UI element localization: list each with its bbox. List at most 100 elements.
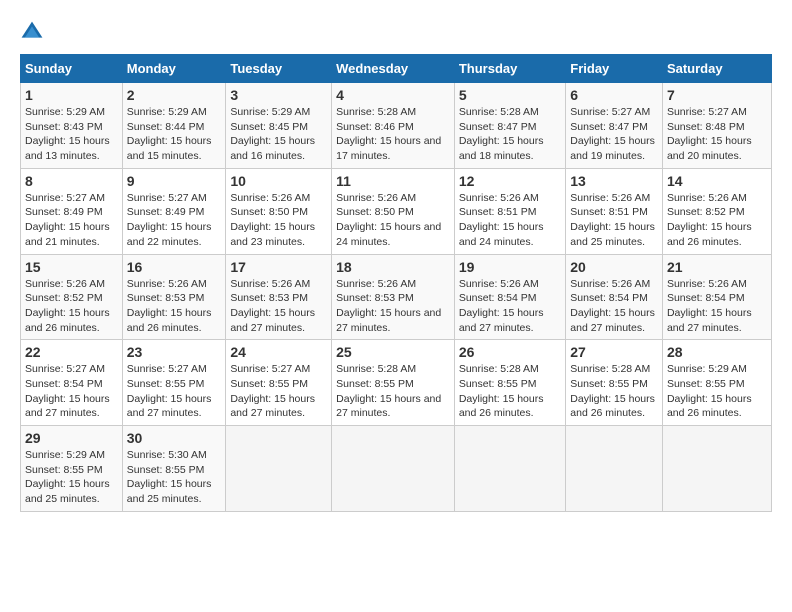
day-header-thursday: Thursday xyxy=(454,55,565,83)
day-number: 12 xyxy=(459,173,561,189)
day-info: Sunrise: 5:26 AM Sunset: 8:51 PM Dayligh… xyxy=(570,191,658,250)
day-header-tuesday: Tuesday xyxy=(226,55,332,83)
day-number: 20 xyxy=(570,259,658,275)
week-row-2: 8Sunrise: 5:27 AM Sunset: 8:49 PM Daylig… xyxy=(21,168,772,254)
day-info: Sunrise: 5:26 AM Sunset: 8:53 PM Dayligh… xyxy=(230,277,327,336)
day-info: Sunrise: 5:28 AM Sunset: 8:47 PM Dayligh… xyxy=(459,105,561,164)
calendar-cell: 12 Sunrise: 5:26 AM Sunset: 8:51 PM Dayli… xyxy=(454,168,565,254)
day-number: 3 xyxy=(230,87,327,103)
day-info: Sunrise: 5:26 AM Sunset: 8:53 PM Dayligh… xyxy=(127,277,222,336)
day-info: Sunrise: 5:27 AM Sunset: 8:49 PM Dayligh… xyxy=(127,191,222,250)
day-number: 6 xyxy=(570,87,658,103)
day-header-wednesday: Wednesday xyxy=(332,55,455,83)
day-info: Sunrise: 5:29 AM Sunset: 8:43 PM Dayligh… xyxy=(25,105,118,164)
day-info: Sunrise: 5:29 AM Sunset: 8:55 PM Dayligh… xyxy=(25,448,118,507)
day-number: 18 xyxy=(336,259,450,275)
day-number: 24 xyxy=(230,344,327,360)
logo xyxy=(20,20,48,44)
calendar-cell: 18Sunrise: 5:26 AM Sunset: 8:53 PM Dayli… xyxy=(332,254,455,340)
calendar-cell: 21 Sunrise: 5:26 AM Sunset: 8:54 PM Dayli… xyxy=(662,254,771,340)
day-number: 26 xyxy=(459,344,561,360)
calendar-cell: 9Sunrise: 5:27 AM Sunset: 8:49 PM Daylig… xyxy=(122,168,226,254)
calendar-cell: 2 Sunrise: 5:29 AM Sunset: 8:44 PM Daylig… xyxy=(122,83,226,169)
day-header-monday: Monday xyxy=(122,55,226,83)
calendar-cell xyxy=(226,426,332,512)
day-info: Sunrise: 5:28 AM Sunset: 8:55 PM Dayligh… xyxy=(336,362,450,421)
day-number: 21 xyxy=(667,259,767,275)
day-info: Sunrise: 5:26 AM Sunset: 8:54 PM Dayligh… xyxy=(667,277,767,336)
day-info: Sunrise: 5:26 AM Sunset: 8:51 PM Dayligh… xyxy=(459,191,561,250)
logo-icon xyxy=(20,20,44,44)
calendar-cell: 3 Sunrise: 5:29 AM Sunset: 8:45 PM Daylig… xyxy=(226,83,332,169)
week-row-4: 22 Sunrise: 5:27 AM Sunset: 8:54 PM Dayli… xyxy=(21,340,772,426)
day-info: Sunrise: 5:28 AM Sunset: 8:46 PM Dayligh… xyxy=(336,105,450,164)
day-info: Sunrise: 5:28 AM Sunset: 8:55 PM Dayligh… xyxy=(570,362,658,421)
calendar-cell: 29 Sunrise: 5:29 AM Sunset: 8:55 PM Dayli… xyxy=(21,426,123,512)
day-number: 4 xyxy=(336,87,450,103)
day-number: 11 xyxy=(336,173,450,189)
day-info: Sunrise: 5:29 AM Sunset: 8:45 PM Dayligh… xyxy=(230,105,327,164)
calendar-cell: 20 Sunrise: 5:26 AM Sunset: 8:54 PM Dayli… xyxy=(566,254,663,340)
day-number: 28 xyxy=(667,344,767,360)
day-number: 15 xyxy=(25,259,118,275)
day-number: 17 xyxy=(230,259,327,275)
day-info: Sunrise: 5:27 AM Sunset: 8:55 PM Dayligh… xyxy=(230,362,327,421)
calendar-cell: 15 Sunrise: 5:26 AM Sunset: 8:52 PM Dayli… xyxy=(21,254,123,340)
calendar-cell xyxy=(454,426,565,512)
week-row-5: 29 Sunrise: 5:29 AM Sunset: 8:55 PM Dayli… xyxy=(21,426,772,512)
day-number: 5 xyxy=(459,87,561,103)
day-info: Sunrise: 5:27 AM Sunset: 8:54 PM Dayligh… xyxy=(25,362,118,421)
calendar-cell xyxy=(332,426,455,512)
calendar-cell: 19 Sunrise: 5:26 AM Sunset: 8:54 PM Dayli… xyxy=(454,254,565,340)
day-info: Sunrise: 5:27 AM Sunset: 8:47 PM Dayligh… xyxy=(570,105,658,164)
calendar-cell: 1 Sunrise: 5:29 AM Sunset: 8:43 PM Daylig… xyxy=(21,83,123,169)
day-number: 25 xyxy=(336,344,450,360)
calendar-cell: 16Sunrise: 5:26 AM Sunset: 8:53 PM Dayli… xyxy=(122,254,226,340)
calendar-cell xyxy=(566,426,663,512)
day-info: Sunrise: 5:30 AM Sunset: 8:55 PM Dayligh… xyxy=(127,448,222,507)
day-number: 1 xyxy=(25,87,118,103)
calendar-cell: 13 Sunrise: 5:26 AM Sunset: 8:51 PM Dayli… xyxy=(566,168,663,254)
day-info: Sunrise: 5:27 AM Sunset: 8:49 PM Dayligh… xyxy=(25,191,118,250)
day-info: Sunrise: 5:26 AM Sunset: 8:54 PM Dayligh… xyxy=(459,277,561,336)
day-number: 7 xyxy=(667,87,767,103)
header xyxy=(20,20,772,44)
day-info: Sunrise: 5:26 AM Sunset: 8:52 PM Dayligh… xyxy=(25,277,118,336)
day-header-saturday: Saturday xyxy=(662,55,771,83)
day-number: 19 xyxy=(459,259,561,275)
day-info: Sunrise: 5:27 AM Sunset: 8:48 PM Dayligh… xyxy=(667,105,767,164)
day-number: 30 xyxy=(127,430,222,446)
calendar-cell: 14 Sunrise: 5:26 AM Sunset: 8:52 PM Dayli… xyxy=(662,168,771,254)
day-info: Sunrise: 5:29 AM Sunset: 8:44 PM Dayligh… xyxy=(127,105,222,164)
calendar-cell: 7 Sunrise: 5:27 AM Sunset: 8:48 PM Daylig… xyxy=(662,83,771,169)
calendar-cell: 5 Sunrise: 5:28 AM Sunset: 8:47 PM Daylig… xyxy=(454,83,565,169)
day-header-sunday: Sunday xyxy=(21,55,123,83)
day-header-friday: Friday xyxy=(566,55,663,83)
day-info: Sunrise: 5:26 AM Sunset: 8:52 PM Dayligh… xyxy=(667,191,767,250)
calendar-cell: 28 Sunrise: 5:29 AM Sunset: 8:55 PM Dayli… xyxy=(662,340,771,426)
calendar-cell: 23 Sunrise: 5:27 AM Sunset: 8:55 PM Dayli… xyxy=(122,340,226,426)
day-number: 10 xyxy=(230,173,327,189)
day-number: 2 xyxy=(127,87,222,103)
day-number: 22 xyxy=(25,344,118,360)
calendar-cell: 11 Sunrise: 5:26 AM Sunset: 8:50 PM Dayli… xyxy=(332,168,455,254)
calendar-cell: 25 Sunrise: 5:28 AM Sunset: 8:55 PM Dayli… xyxy=(332,340,455,426)
calendar-table: SundayMondayTuesdayWednesdayThursdayFrid… xyxy=(20,54,772,512)
day-info: Sunrise: 5:28 AM Sunset: 8:55 PM Dayligh… xyxy=(459,362,561,421)
day-info: Sunrise: 5:26 AM Sunset: 8:50 PM Dayligh… xyxy=(336,191,450,250)
calendar-cell: 27Sunrise: 5:28 AM Sunset: 8:55 PM Dayli… xyxy=(566,340,663,426)
day-number: 29 xyxy=(25,430,118,446)
day-number: 23 xyxy=(127,344,222,360)
calendar-cell: 22 Sunrise: 5:27 AM Sunset: 8:54 PM Dayli… xyxy=(21,340,123,426)
calendar-cell xyxy=(662,426,771,512)
day-info: Sunrise: 5:29 AM Sunset: 8:55 PM Dayligh… xyxy=(667,362,767,421)
calendar-cell: 10 Sunrise: 5:26 AM Sunset: 8:50 PM Dayli… xyxy=(226,168,332,254)
day-info: Sunrise: 5:26 AM Sunset: 8:50 PM Dayligh… xyxy=(230,191,327,250)
day-number: 13 xyxy=(570,173,658,189)
calendar-cell: 17 Sunrise: 5:26 AM Sunset: 8:53 PM Dayli… xyxy=(226,254,332,340)
calendar-cell: 6 Sunrise: 5:27 AM Sunset: 8:47 PM Daylig… xyxy=(566,83,663,169)
day-info: Sunrise: 5:27 AM Sunset: 8:55 PM Dayligh… xyxy=(127,362,222,421)
week-row-3: 15 Sunrise: 5:26 AM Sunset: 8:52 PM Dayli… xyxy=(21,254,772,340)
day-info: Sunrise: 5:26 AM Sunset: 8:54 PM Dayligh… xyxy=(570,277,658,336)
day-number: 14 xyxy=(667,173,767,189)
